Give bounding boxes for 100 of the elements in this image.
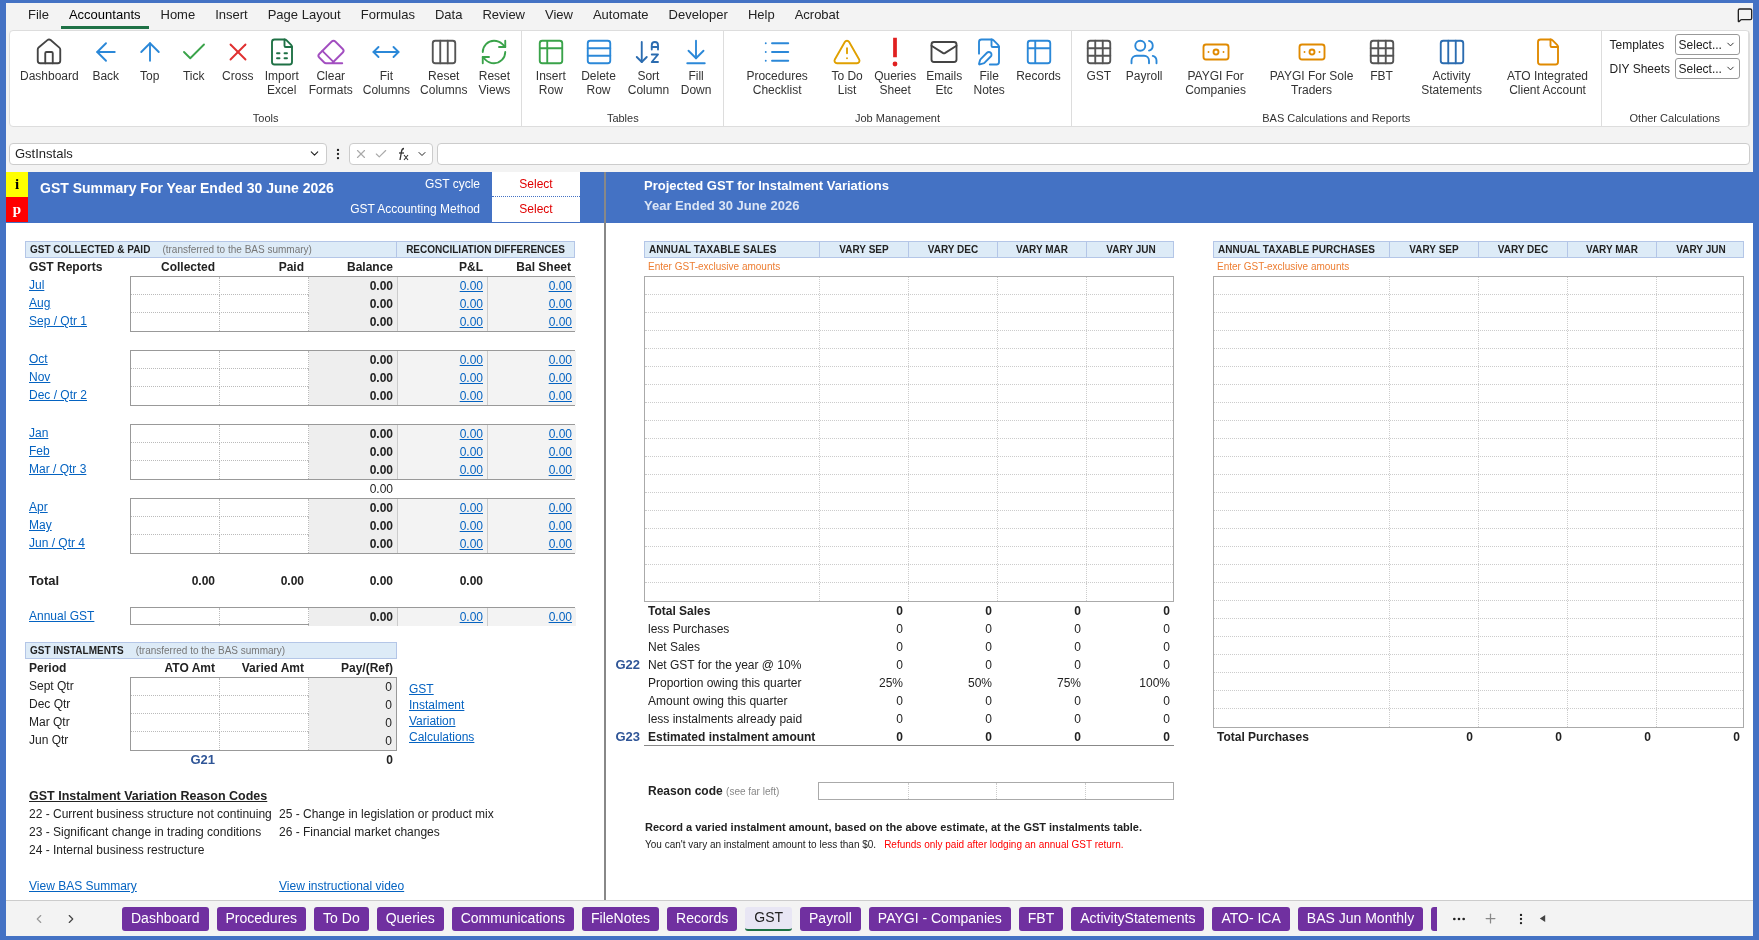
ribbon-button[interactable]: Cross	[216, 37, 259, 110]
setting-select[interactable]: Select	[492, 172, 580, 197]
sheet-tab[interactable]: FBT	[1018, 906, 1064, 931]
menu-tab[interactable]: View	[537, 4, 581, 29]
menu-tab[interactable]: Home	[152, 4, 204, 29]
ribbon-button[interactable]: Insert Row	[528, 37, 574, 110]
sheet-tab[interactable]: Records	[667, 906, 738, 931]
sheet-tab[interactable]: BAS Jun Monthly	[1297, 906, 1424, 931]
sheet-tab[interactable]: Communications	[451, 906, 574, 931]
ribbon-button[interactable]: Tick	[172, 37, 215, 110]
table-cell: 0	[309, 678, 396, 696]
select-dropdown[interactable]: Select...	[1674, 58, 1740, 79]
menu-tab[interactable]: Help	[739, 4, 783, 29]
month-link[interactable]: May	[25, 516, 52, 534]
comment-icon[interactable]	[1737, 7, 1753, 23]
table-cell-text: 0	[895, 729, 904, 746]
menu-tab[interactable]: Insert	[207, 4, 256, 29]
ribbon-button[interactable]: To Do List	[826, 37, 869, 110]
ribbon-button[interactable]: ATO Integrated Client Account	[1500, 37, 1595, 110]
month-link[interactable]: Feb	[25, 442, 50, 460]
ribbon-button[interactable]: Activity Statements	[1404, 37, 1499, 110]
column-header: VARY SEP	[819, 242, 908, 257]
select-dropdown[interactable]: Select...	[1674, 34, 1740, 55]
setting-select[interactable]: Select	[492, 197, 580, 222]
month-link[interactable]: Mar / Qtr 3	[25, 460, 87, 478]
table-cell: 0.00	[309, 369, 398, 387]
column-header: ANNUAL TAXABLE SALES	[648, 243, 778, 257]
ribbon-button[interactable]: File Notes	[968, 37, 1011, 110]
ribbon-button[interactable]: Records	[1012, 37, 1065, 110]
ribbon-button[interactable]: Clear Formats	[304, 37, 357, 110]
ribbon-button[interactable]: Reset Columns	[416, 37, 472, 110]
reason-code-text: 23 - Significant change in trading conditions	[29, 824, 263, 841]
ribbon-button[interactable]: Sort Column	[623, 37, 674, 110]
view-link[interactable]: View instructional video	[275, 877, 405, 895]
menu-tab[interactable]: Data	[426, 4, 471, 29]
add-sheet-icon[interactable]	[1483, 911, 1499, 926]
sheet-tab[interactable]: ATO- ICA	[1212, 906, 1290, 931]
column-header: VARY SEP	[1389, 242, 1478, 257]
ribbon-button[interactable]: Payroll	[1121, 37, 1167, 110]
ribbon-button[interactable]: Queries Sheet	[870, 37, 921, 110]
ribbon-button[interactable]: PAYGI For Sole Traders	[1264, 37, 1359, 110]
name-box[interactable]: GstInstals	[9, 142, 327, 165]
month-link[interactable]: Jan	[25, 424, 49, 442]
menu-tab[interactable]: Automate	[584, 4, 657, 29]
ribbon-button[interactable]: GST	[1077, 37, 1120, 110]
menu-tab[interactable]: Acrobat	[786, 4, 848, 29]
table-cell-text: 0	[1162, 657, 1171, 674]
view-link[interactable]: View BAS Summary	[25, 877, 275, 895]
sheet-tab[interactable]: Dashboard	[122, 906, 209, 931]
ribbon-button[interactable]: FBT	[1360, 37, 1403, 110]
month-link[interactable]: Sep / Qtr 1	[25, 312, 88, 330]
formula-input[interactable]	[437, 142, 1750, 165]
ribbon-button[interactable]: Procedures Checklist	[730, 37, 825, 110]
month-link[interactable]: Nov	[25, 368, 51, 386]
month-link[interactable]: Apr	[25, 498, 48, 516]
table-cell: 0.00	[309, 499, 398, 517]
info-button[interactable]: p	[6, 197, 28, 222]
sheet-tab[interactable]: Payroll	[800, 906, 861, 931]
sheet-tab[interactable]: PAYGI - Companies	[868, 906, 1011, 931]
panel-title: Projected GST for Instalment Variations	[644, 177, 889, 195]
group-label: Other Calculations	[1628, 111, 1721, 126]
ribbon-button[interactable]: Fill Down	[675, 37, 718, 110]
ribbon-button[interactable]: Back	[84, 37, 127, 110]
ribbon-button[interactable]: Delete Row	[575, 37, 622, 110]
sheet-tab-edge[interactable]	[1431, 906, 1438, 931]
ribbon-button[interactable]: Reset Views	[473, 37, 516, 110]
group-label: Job Management	[854, 111, 941, 126]
tax-code: G23	[615, 728, 640, 746]
ribbon-button[interactable]: Dashboard	[16, 37, 83, 110]
menu-tab[interactable]: Review	[474, 4, 533, 29]
group-label: BAS Calculations and Reports	[1261, 111, 1412, 126]
sheet-tab[interactable]: ActivityStatements	[1071, 906, 1205, 931]
month-link[interactable]: Aug	[25, 294, 51, 312]
sheet-tab[interactable]: To Do	[314, 906, 369, 931]
ribbon-button[interactable]: Fit Columns	[358, 37, 415, 110]
month-link[interactable]: Oct	[25, 350, 48, 368]
menu-tab[interactable]: Developer	[660, 4, 736, 29]
info-button[interactable]: i	[6, 172, 28, 197]
collapse-icon[interactable]	[1538, 914, 1548, 923]
sheet-tab[interactable]: FileNotes	[581, 906, 660, 931]
sheet-tab[interactable]: Procedures	[216, 906, 307, 931]
ribbon-button[interactable]: Emails Etc	[922, 37, 967, 110]
calculations-link[interactable]: GST Instalment Variation Calculations	[409, 681, 481, 745]
period-label: Sept Qtr	[28, 678, 75, 695]
column-header: P&L	[458, 259, 484, 276]
month-link[interactable]: Jul	[25, 276, 45, 294]
month-link[interactable]: Jun / Qtr 4	[25, 534, 86, 552]
ribbon-button[interactable]: Top	[128, 37, 171, 110]
sheet-tab[interactable]: GST	[745, 906, 793, 931]
period-label: Mar Qtr	[28, 714, 71, 731]
sheet-tab[interactable]: Queries	[376, 906, 444, 931]
menu-tab[interactable]: Page Layout	[259, 4, 349, 29]
menu-tab[interactable]: Formulas	[352, 4, 423, 29]
menu-tab[interactable]: File	[20, 4, 57, 29]
ribbon-button[interactable]: PAYGI For Companies	[1168, 37, 1263, 110]
annual-gst-link[interactable]: Annual GST	[25, 607, 130, 625]
ribbon-button[interactable]: Import Excel	[260, 37, 303, 110]
column-header: VARY JUN	[1656, 242, 1745, 257]
reason-code-field[interactable]	[818, 782, 1174, 800]
month-link[interactable]: Dec / Qtr 2	[25, 386, 87, 404]
